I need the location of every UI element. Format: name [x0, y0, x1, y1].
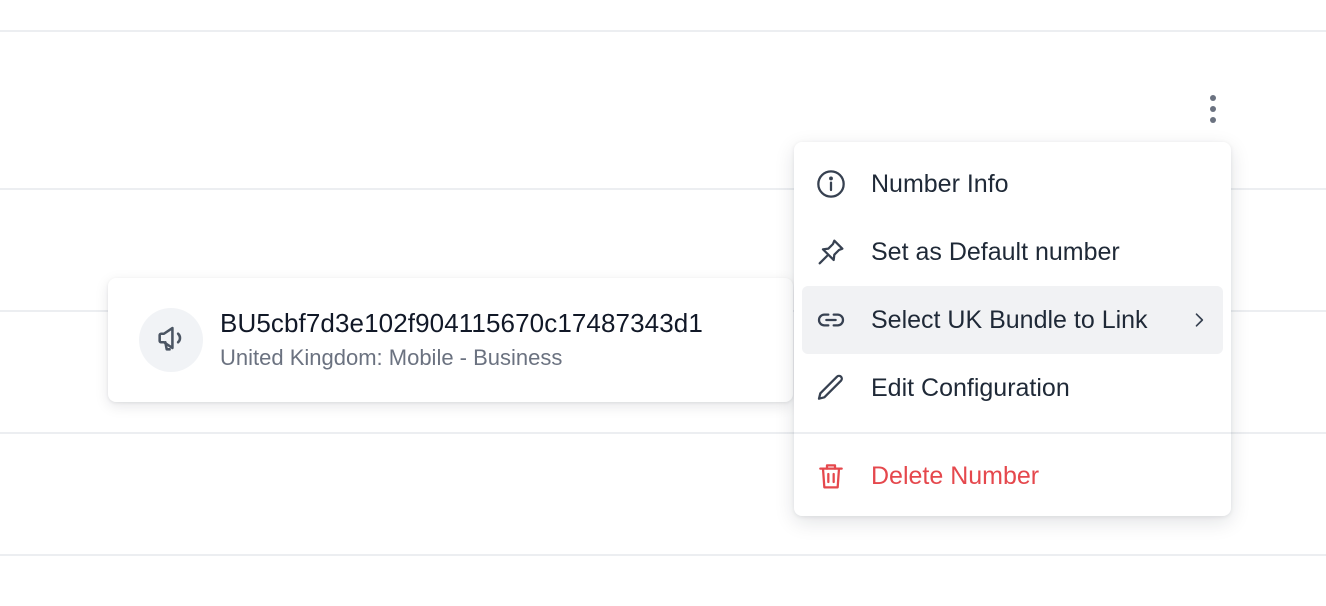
bundle-id: BU5cbf7d3e102f904115670c17487343d1 [220, 308, 703, 338]
row-divider [0, 30, 1326, 32]
menu-item-delete-number[interactable]: Delete Number [802, 442, 1223, 510]
more-vertical-icon-dot [1210, 117, 1216, 123]
row-actions-button[interactable] [1198, 596, 1228, 606]
menu-item-edit-configuration[interactable]: Edit Configuration [802, 354, 1223, 422]
row-actions-button[interactable] [1198, 89, 1228, 129]
bundle-description: United Kingdom: Mobile - Business [220, 345, 563, 370]
bundle-text: BU5cbf7d3e102f904115670c17487343d1 Unite… [220, 307, 703, 373]
megaphone-icon [154, 321, 188, 360]
number-actions-menu: Number Info Set as Default number Select… [794, 142, 1231, 516]
pin-icon [815, 236, 847, 268]
more-vertical-icon-dot [1210, 106, 1216, 112]
menu-item-label: Select UK Bundle to Link [871, 306, 1148, 334]
uk-bundle-option[interactable]: BU5cbf7d3e102f904115670c17487343d1 Unite… [108, 278, 793, 402]
chevron-right-icon [1189, 310, 1209, 330]
menu-item-label: Delete Number [871, 462, 1040, 490]
menu-item-number-info[interactable]: Number Info [802, 150, 1223, 218]
menu-item-label: Set as Default number [871, 238, 1120, 266]
menu-separator [794, 432, 1231, 434]
row-divider [0, 554, 1326, 556]
menu-item-set-default[interactable]: Set as Default number [802, 218, 1223, 286]
info-circle-icon [815, 168, 847, 200]
bundle-avatar [139, 308, 203, 372]
menu-item-label: Number Info [871, 170, 1009, 198]
menu-item-select-uk-bundle[interactable]: Select UK Bundle to Link [802, 286, 1223, 354]
more-vertical-icon [1210, 95, 1216, 101]
phone-numbers-list: BU5cbf7d3e102f904115670c17487343d1 Unite… [0, 0, 1326, 606]
trash-icon [815, 460, 847, 492]
pencil-icon [815, 372, 847, 404]
menu-item-label: Edit Configuration [871, 374, 1070, 402]
link-icon [815, 304, 847, 336]
